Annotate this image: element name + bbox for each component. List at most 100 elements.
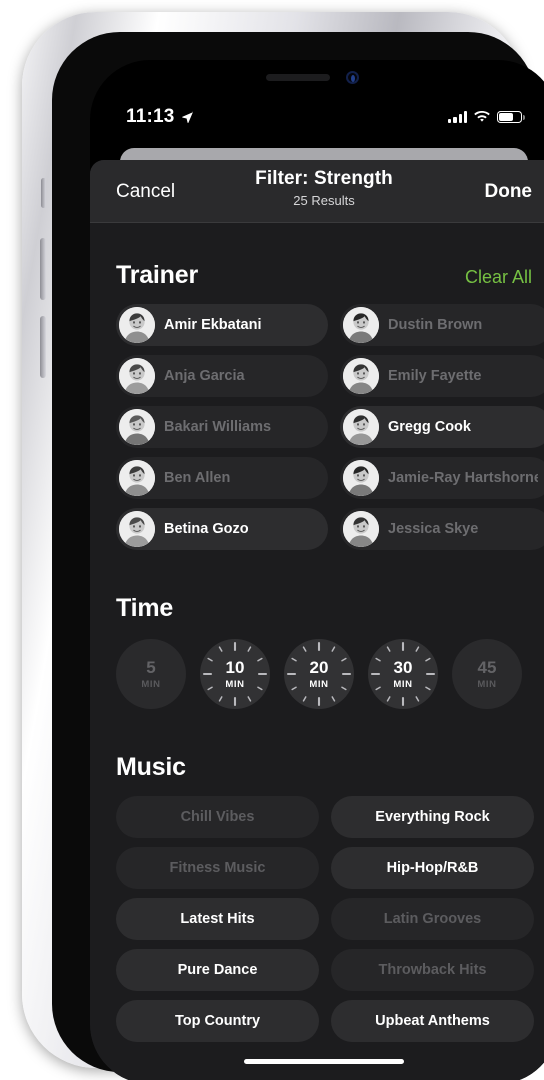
trainer-chip-grid: Amir Ekbatani Dustin Brown Anja Garcia Emil… [116, 304, 544, 550]
avatar [119, 358, 155, 394]
trainer-chip[interactable]: Anja Garcia [116, 355, 328, 397]
trainer-chip-label: Jessica Skye [388, 521, 479, 537]
music-chip-label: Fitness Music [169, 860, 266, 876]
trainer-chip-label: Gregg Cook [388, 419, 471, 435]
status-bar-clock: 11:13 [126, 106, 175, 127]
trainer-chip[interactable]: Betina Gozo [116, 508, 328, 550]
time-section-title: Time [116, 594, 174, 622]
trainer-chip-label: Anja Garcia [164, 368, 245, 384]
screenshot-root: 11:13 Cancel Filter: Strength 25 Results… [0, 0, 544, 1080]
status-bar-right [448, 110, 525, 124]
time-option-unit: MIN [477, 678, 497, 690]
avatar [343, 307, 379, 343]
filter-scroll-area[interactable]: Trainer Clear All Amir Ekbatani Dustin Br… [90, 223, 544, 1080]
music-chip[interactable]: Top Country [116, 1000, 319, 1042]
trainer-chip[interactable]: Dustin Brown [340, 304, 544, 346]
music-chip-label: Hip-Hop/R&B [386, 860, 479, 876]
time-option-row: 5 MIN 10 MIN 20 MIN 30 MIN 45 MIN [116, 639, 544, 709]
music-chip[interactable]: Chill Vibes [116, 796, 319, 838]
done-button[interactable]: Done [485, 181, 533, 203]
time-option-value: 45 [477, 657, 497, 677]
time-option[interactable]: 10 MIN [200, 639, 270, 709]
music-chip[interactable]: Fitness Music [116, 847, 319, 889]
music-chip-label: Top Country [174, 1013, 261, 1029]
music-chip-label: Chill Vibes [180, 809, 255, 825]
trainer-chip[interactable]: Jessica Skye [340, 508, 544, 550]
trainer-chip-label: Emily Fayette [388, 368, 482, 384]
music-chip[interactable]: Latin Grooves [331, 898, 534, 940]
status-bar-left: 11:13 [126, 106, 194, 128]
trainer-chip-label: Ben Allen [164, 470, 231, 486]
time-option[interactable]: 20 MIN [284, 639, 354, 709]
music-section-title: Music [116, 753, 186, 781]
trainer-chip-label: Amir Ekbatani [164, 317, 262, 333]
music-chip-label: Throwback Hits [378, 962, 487, 978]
cellular-signal-icon [448, 111, 467, 123]
time-option-unit: MIN [141, 678, 161, 690]
music-chip[interactable]: Hip-Hop/R&B [331, 847, 534, 889]
device-frame: 11:13 Cancel Filter: Strength 25 Results… [22, 12, 544, 1080]
music-chip[interactable]: Latest Hits [116, 898, 319, 940]
avatar [119, 460, 155, 496]
volume-down-button[interactable] [40, 316, 46, 378]
filter-sheet: Cancel Filter: Strength 25 Results Done [90, 160, 544, 1080]
sheet-header: Cancel Filter: Strength 25 Results Done [90, 160, 544, 223]
battery-cap [523, 115, 525, 121]
home-indicator[interactable] [244, 1059, 404, 1064]
clock-ticks-icon [286, 641, 352, 707]
trainer-chip-label: Dustin Brown [388, 317, 483, 333]
location-arrow-icon [181, 111, 193, 123]
music-chip-label: Pure Dance [177, 962, 258, 978]
trainer-section-title: Trainer [116, 261, 198, 289]
music-chip[interactable]: Upbeat Anthems [331, 1000, 534, 1042]
battery-icon [497, 110, 525, 124]
trainer-chip[interactable]: Jamie-Ray Hartshorne [340, 457, 544, 499]
front-camera-icon [346, 71, 359, 84]
cancel-button[interactable]: Cancel [116, 181, 175, 203]
battery-fill [499, 113, 514, 121]
avatar [343, 511, 379, 547]
clock-ticks-icon [370, 641, 436, 707]
trainer-chip[interactable]: Ben Allen [116, 457, 328, 499]
music-chip-label: Everything Rock [375, 809, 490, 825]
avatar [119, 307, 155, 343]
earpiece-speaker-icon [266, 74, 330, 81]
trainer-chip[interactable]: Amir Ekbatani [116, 304, 328, 346]
music-chip[interactable]: Pure Dance [116, 949, 319, 991]
trainer-chip-label: Bakari Williams [164, 419, 272, 435]
trainer-chip[interactable]: Gregg Cook [340, 406, 544, 448]
music-chip[interactable]: Everything Rock [331, 796, 534, 838]
avatar [119, 409, 155, 445]
device-bezel: 11:13 Cancel Filter: Strength 25 Results… [52, 32, 544, 1080]
trainer-chip[interactable]: Bakari Williams [116, 406, 328, 448]
time-option[interactable]: 5 MIN [116, 639, 186, 709]
avatar [343, 409, 379, 445]
status-bar: 11:13 [90, 100, 544, 134]
music-section-header: Music [116, 753, 544, 782]
mute-switch[interactable] [41, 178, 46, 208]
music-section: Music Chill Vibes Everything Rock Fitness … [90, 753, 544, 1042]
music-chip-label: Upbeat Anthems [375, 1013, 490, 1029]
music-chip-grid: Chill Vibes Everything Rock Fitness Music H… [116, 796, 544, 1042]
avatar [343, 358, 379, 394]
device-screen: 11:13 Cancel Filter: Strength 25 Results… [90, 60, 544, 1080]
time-section: Time 5 MIN 10 MIN 20 MIN 30 MIN 45 MIN [90, 594, 544, 709]
time-option[interactable]: 45 MIN [452, 639, 522, 709]
trainer-section: Trainer Clear All Amir Ekbatani Dustin Br… [90, 261, 544, 550]
time-section-header: Time [116, 594, 544, 623]
music-chip[interactable]: Throwback Hits [331, 949, 534, 991]
trainer-chip-label: Betina Gozo [164, 521, 249, 537]
volume-up-button[interactable] [40, 238, 46, 300]
clear-all-button[interactable]: Clear All [465, 267, 532, 288]
trainer-chip[interactable]: Emily Fayette [340, 355, 544, 397]
avatar [119, 511, 155, 547]
time-option-value: 5 [146, 657, 156, 677]
trainer-section-header: Trainer Clear All [116, 261, 544, 290]
avatar [343, 460, 379, 496]
wifi-icon [474, 111, 490, 122]
time-option[interactable]: 30 MIN [368, 639, 438, 709]
music-chip-label: Latest Hits [180, 911, 255, 927]
clock-ticks-icon [202, 641, 268, 707]
trainer-chip-label: Jamie-Ray Hartshorne [388, 470, 538, 486]
music-chip-label: Latin Grooves [383, 911, 482, 927]
